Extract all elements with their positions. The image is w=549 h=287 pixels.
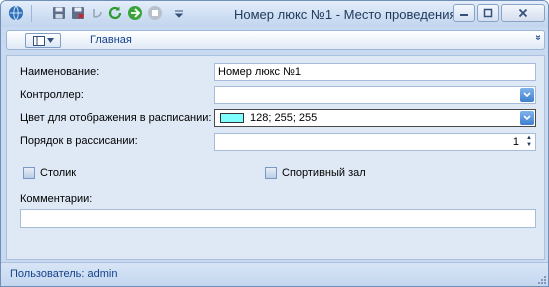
order-label: Порядок в рассисании: xyxy=(20,135,138,147)
ribbon-expand-icon[interactable]: » xyxy=(533,35,544,41)
order-spinner[interactable]: 1 ▲ ▼ xyxy=(214,133,536,151)
table-checkbox[interactable] xyxy=(23,167,35,179)
stop-icon[interactable] xyxy=(147,5,163,21)
controller-select[interactable] xyxy=(214,86,536,104)
gym-checkbox[interactable] xyxy=(265,167,277,179)
comments-field[interactable] xyxy=(20,209,536,228)
minimize-icon xyxy=(460,14,468,16)
form-panel: Наименование: Контроллер: Цвет для отобр… xyxy=(6,55,545,260)
tab-main[interactable]: Главная xyxy=(90,34,132,46)
refresh-icon[interactable] xyxy=(107,5,123,21)
chevron-down-icon xyxy=(46,38,54,43)
name-label: Наименование: xyxy=(20,66,100,78)
spin-down-icon[interactable]: ▼ xyxy=(524,142,534,149)
undo-icon[interactable] xyxy=(89,5,105,21)
gym-checkbox-label: Спортивный зал xyxy=(282,167,366,179)
close-icon xyxy=(518,8,528,18)
title-bar: Номер люкс №1 - Место проведения xyxy=(1,1,548,27)
table-checkbox-row[interactable]: Столик xyxy=(23,167,76,179)
color-swatch xyxy=(220,113,244,123)
toolbar-separator xyxy=(31,5,32,22)
controller-dropdown-button[interactable] xyxy=(520,88,534,102)
name-input[interactable] xyxy=(218,66,535,78)
maximize-button[interactable] xyxy=(477,4,499,22)
gym-checkbox-row[interactable]: Спортивный зал xyxy=(265,167,366,179)
color-value: 128; 255; 255 xyxy=(250,112,318,124)
comments-label: Комментарии: xyxy=(20,193,93,205)
color-label: Цвет для отображения в расписании: xyxy=(20,112,212,124)
chevron-down-icon xyxy=(523,115,531,121)
status-user: Пользователь: admin xyxy=(10,268,118,280)
chevron-down-icon xyxy=(523,92,531,98)
window-title: Номер люкс №1 - Место проведения xyxy=(234,7,457,22)
close-button[interactable] xyxy=(501,4,545,22)
color-select[interactable]: 128; 255; 255 xyxy=(214,109,536,127)
minimize-button[interactable] xyxy=(453,4,475,22)
status-bar: Пользователь: admin xyxy=(1,262,548,286)
spin-up-icon[interactable]: ▲ xyxy=(524,135,534,142)
resize-grip-icon[interactable] xyxy=(536,274,546,284)
save-close-icon[interactable] xyxy=(70,5,86,21)
forward-icon[interactable] xyxy=(127,5,143,21)
controller-label: Контроллер: xyxy=(20,89,84,101)
app-globe-icon[interactable] xyxy=(8,5,24,21)
spinner-buttons[interactable]: ▲ ▼ xyxy=(524,135,534,149)
order-value: 1 xyxy=(512,136,519,148)
table-checkbox-label: Столик xyxy=(40,167,77,179)
color-dropdown-button[interactable] xyxy=(520,111,534,125)
name-field[interactable] xyxy=(214,63,536,81)
maximize-icon xyxy=(483,8,493,18)
window-menu-icon xyxy=(32,35,45,46)
save-icon[interactable] xyxy=(51,5,67,21)
customize-toolbar-icon[interactable] xyxy=(171,5,187,21)
ribbon-bar: Главная » xyxy=(6,30,545,50)
app-menu-button[interactable] xyxy=(25,33,61,48)
app-window: Номер люкс №1 - Место проведения Главная… xyxy=(0,0,549,287)
